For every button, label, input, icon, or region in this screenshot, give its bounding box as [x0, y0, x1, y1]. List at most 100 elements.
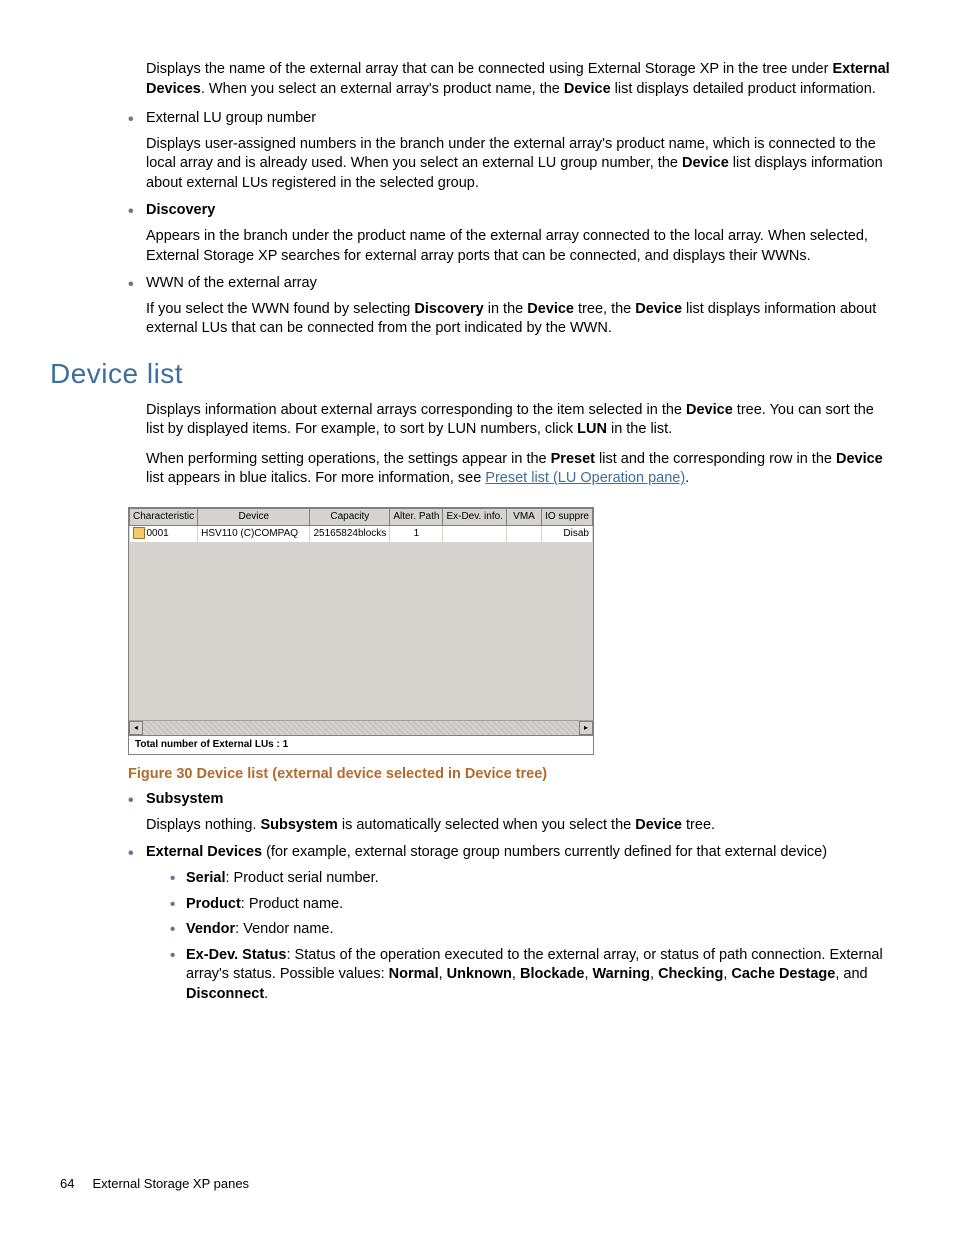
- list-item-external-devices: External Devices (for example, external …: [128, 843, 894, 1004]
- text: is automatically selected when you selec…: [338, 817, 635, 833]
- scroll-left-button[interactable]: ◂: [129, 721, 143, 735]
- text-bold: Device: [836, 451, 883, 467]
- cell-alter-path: 1: [390, 525, 443, 542]
- text-bold: Discovery: [414, 301, 483, 317]
- text: : Product serial number.: [226, 870, 379, 886]
- text: 0001: [147, 528, 169, 539]
- lun-icon: [133, 527, 145, 539]
- device-list-box: Characteristic Device Capacity Alter. Pa…: [128, 507, 594, 755]
- text: Displays the name of the external array …: [146, 61, 832, 77]
- list-item-subsystem: Subsystem Displays nothing. Subsystem is…: [128, 790, 894, 835]
- label: Serial: [186, 870, 226, 886]
- label: Vendor: [186, 921, 235, 937]
- text: in the: [484, 301, 528, 317]
- text: : Vendor name.: [235, 921, 333, 937]
- val: Normal: [389, 966, 439, 982]
- intro-paragraph: Displays the name of the external array …: [146, 60, 894, 99]
- label: Ex-Dev. Status: [186, 947, 286, 963]
- col-capacity[interactable]: Capacity: [310, 508, 390, 525]
- text-bold: Device: [635, 817, 682, 833]
- list-item: Serial: Product serial number.: [170, 869, 894, 889]
- text: Displays information about external arra…: [146, 402, 686, 418]
- text: : Product name.: [241, 896, 343, 912]
- bottom-bullet-list: Subsystem Displays nothing. Subsystem is…: [128, 790, 894, 1004]
- text-bold: Device: [527, 301, 574, 317]
- text: .: [685, 470, 689, 486]
- page-number: 64: [60, 1176, 74, 1191]
- list-item: Product: Product name.: [170, 895, 894, 915]
- list-item-body: Displays user-assigned numbers in the br…: [146, 135, 894, 194]
- sep: ,: [512, 966, 520, 982]
- table-row[interactable]: 0001 HSV110 (C)COMPAQ 25165824blocks 1 D…: [130, 525, 593, 542]
- text-bold: Subsystem: [260, 817, 337, 833]
- col-exdev-info[interactable]: Ex-Dev. info.: [443, 508, 507, 525]
- text-bold: Device: [635, 301, 682, 317]
- sep: ,: [650, 966, 658, 982]
- text: . When you select an external array's pr…: [201, 81, 564, 97]
- text: Displays nothing.: [146, 817, 260, 833]
- page-footer: 64 External Storage XP panes: [60, 1175, 249, 1193]
- cell-capacity: 25165824blocks: [310, 525, 390, 542]
- text: .: [264, 986, 268, 1002]
- val: Unknown: [447, 966, 512, 982]
- cell-device: HSV110 (C)COMPAQ: [198, 525, 310, 542]
- text-bold: Device: [564, 81, 611, 97]
- text-bold: Preset: [551, 451, 595, 467]
- text: list appears in blue italics. For more i…: [146, 470, 485, 486]
- list-item-body: Appears in the branch under the product …: [146, 227, 894, 266]
- cell-vma: [506, 525, 541, 542]
- table-header-row: Characteristic Device Capacity Alter. Pa…: [130, 508, 593, 525]
- text-bold: Device: [682, 155, 729, 171]
- text-bold: LUN: [577, 421, 607, 437]
- list-item: External LU group number Displays user-a…: [128, 109, 894, 193]
- cell-io: Disab: [542, 525, 593, 542]
- cell-exdev: [443, 525, 507, 542]
- device-list-table: Characteristic Device Capacity Alter. Pa…: [129, 508, 593, 542]
- section-heading-device-list: Device list: [50, 355, 894, 393]
- text: list and the corresponding row in the: [595, 451, 836, 467]
- cell-characteristic: 0001: [130, 525, 198, 542]
- col-alter-path[interactable]: Alter. Path: [390, 508, 443, 525]
- text: Appears in the branch under the product …: [146, 228, 868, 264]
- list-item: Discovery Appears in the branch under th…: [128, 201, 894, 266]
- list-item: WWN of the external array If you select …: [128, 274, 894, 339]
- sep: , and: [835, 966, 867, 982]
- list-item-title: WWN of the external array: [146, 275, 317, 291]
- list-item-body: If you select the WWN found by selecting…: [146, 300, 894, 339]
- table-footer: Total number of External LUs : 1: [129, 735, 593, 754]
- col-io-suppress[interactable]: IO suppre: [542, 508, 593, 525]
- text-bold: Device: [686, 402, 733, 418]
- text: tree, the: [574, 301, 635, 317]
- val: Cache Destage: [731, 966, 835, 982]
- text: If you select the WWN found by selecting: [146, 301, 414, 317]
- inner-list: Serial: Product serial number. Product: …: [170, 869, 894, 1004]
- val: Checking: [658, 966, 723, 982]
- list-item-body: Displays nothing. Subsystem is automatic…: [146, 816, 894, 836]
- text: (for example, external storage group num…: [262, 844, 827, 860]
- figure-device-list: Characteristic Device Capacity Alter. Pa…: [128, 507, 594, 755]
- label: Product: [186, 896, 241, 912]
- section-paragraph: When performing setting operations, the …: [146, 450, 894, 489]
- section-paragraph: Displays information about external arra…: [146, 401, 894, 440]
- col-characteristic[interactable]: Characteristic: [130, 508, 198, 525]
- list-item-title: External Devices: [146, 844, 262, 860]
- top-bullet-list: External LU group number Displays user-a…: [128, 109, 894, 339]
- figure-caption: Figure 30 Device list (external device s…: [128, 765, 894, 785]
- text: list displays detailed product informati…: [611, 81, 876, 97]
- col-device[interactable]: Device: [198, 508, 310, 525]
- text: in the list.: [607, 421, 672, 437]
- list-item-title: Discovery: [146, 202, 215, 218]
- preset-list-link[interactable]: Preset list (LU Operation pane): [485, 470, 685, 486]
- sep: ,: [584, 966, 592, 982]
- table-empty-area: [129, 542, 593, 720]
- text: tree.: [682, 817, 715, 833]
- scroll-right-button[interactable]: ▸: [579, 721, 593, 735]
- text: When performing setting operations, the …: [146, 451, 551, 467]
- list-item-exdev-status: Ex-Dev. Status: Status of the operation …: [170, 946, 894, 1005]
- list-item-title: Subsystem: [146, 791, 223, 807]
- horizontal-scrollbar[interactable]: ◂ ▸: [129, 720, 593, 735]
- list-item: Vendor: Vendor name.: [170, 920, 894, 940]
- footer-title: External Storage XP panes: [92, 1176, 249, 1191]
- val: Warning: [593, 966, 650, 982]
- col-vma[interactable]: VMA: [506, 508, 541, 525]
